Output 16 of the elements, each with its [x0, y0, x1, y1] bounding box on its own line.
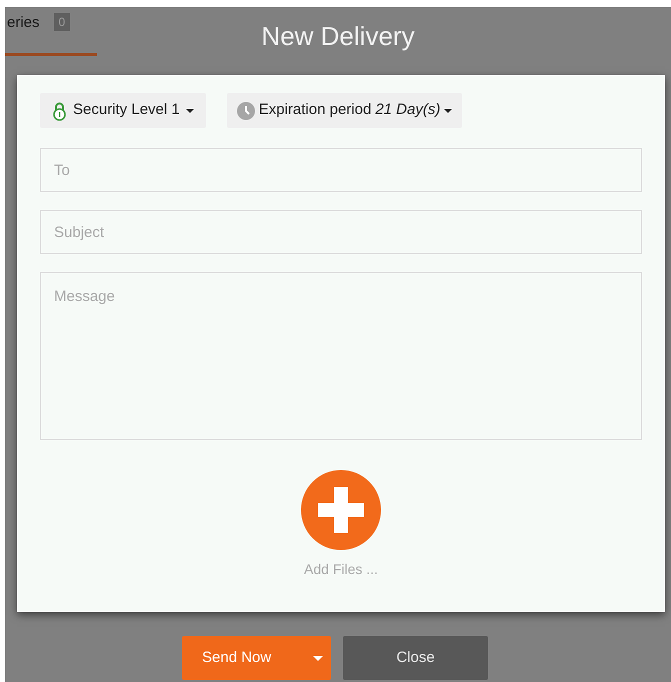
subject-field[interactable]: Subject: [40, 210, 642, 254]
tab-label: eries: [6, 13, 40, 33]
caret-icon: [444, 108, 452, 112]
expiration-dropdown[interactable]: Expiration period 21 Day(s): [226, 93, 462, 128]
to-field[interactable]: To: [40, 148, 642, 192]
security-level-dropdown[interactable]: Security Level 1: [40, 93, 206, 128]
message-field[interactable]: Message: [40, 272, 642, 440]
caret-icon[interactable]: [313, 656, 323, 660]
caret-icon: [186, 108, 194, 112]
count-badge: 0: [54, 13, 70, 31]
clock-icon: [236, 102, 255, 120]
add-icon[interactable]: [301, 470, 381, 550]
dialog-title: New Delivery: [261, 20, 415, 53]
padlock-icon: [52, 100, 67, 120]
close-button[interactable]: Close: [343, 636, 488, 680]
send-now-button[interactable]: Send Now: [182, 636, 331, 680]
